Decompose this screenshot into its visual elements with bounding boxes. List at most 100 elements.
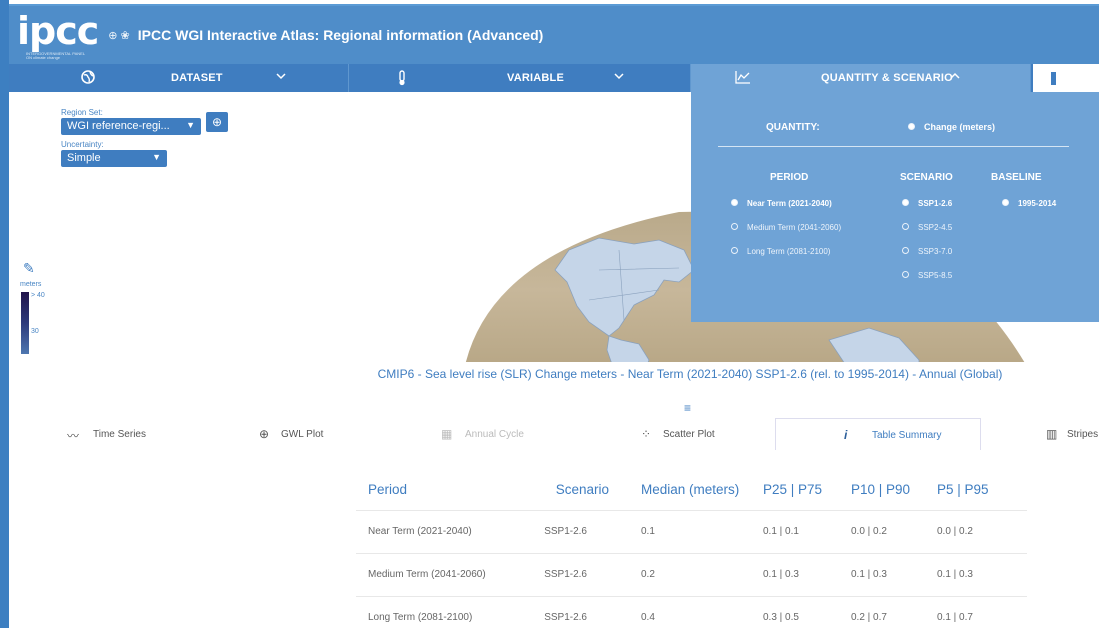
legend-tick-mid: 30 [31,328,39,335]
tab-annual-cycle[interactable]: ▦ Annual Cycle [379,418,629,450]
tab-label: Time Series [93,429,146,440]
col-p25-p75: P25 | P75 [763,482,823,498]
scenario-option-ssp370[interactable]: SSP3-7.0 [902,247,952,256]
tab-label: Annual Cycle [465,429,524,440]
region-set-value: WGI reference-regi... [67,120,170,132]
period-option-near[interactable]: Near Term (2021-2040) [731,199,832,208]
table-row: Long Term (2081-2100) SSP1-2.6 0.4 0.3 |… [356,595,1027,639]
radio-icon [902,247,909,255]
col-median: Median (meters) [641,482,740,498]
cell-period: Long Term (2081-2100) [356,595,526,639]
radio-selected-icon [908,123,915,131]
uncertainty-value: Simple [67,152,101,164]
table-row: Near Term (2021-2040) SSP1-2.6 0.1 0.1 |… [356,509,1027,553]
radio-icon [902,271,909,279]
nav-quantity-scenario[interactable]: QUANTITY & SCENARIO [691,64,1031,92]
chevron-down-icon: ▼ [152,152,161,162]
menu-icon[interactable]: ≡ [684,401,691,415]
stripes-icon: ▥ [1046,427,1058,441]
logo-subtitle: INTERGOVERNMENTAL PANEL ON climate chang… [26,51,85,61]
nav-dataset[interactable]: DATASET [9,64,349,92]
cell-p25-p75: 0.3 | 0.5 [751,595,839,639]
table-header-row: Period Scenario Median (meters) P25 | P7… [356,470,1027,510]
baseline-header: BASELINE [991,172,1042,183]
color-legend-bar [21,292,29,354]
scenario-header: SCENARIO [900,172,953,183]
uncertainty-select[interactable]: Simple ▼ [61,150,167,167]
analysis-tabs: 〰 Time Series ⊕ GWL Plot ▦ Annual Cycle … [9,418,1099,450]
panel-divider [718,146,1069,147]
period-option-medium[interactable]: Medium Term (2041-2060) [731,223,841,232]
cell-median: 0.1 [621,509,751,553]
uncertainty-label: Uncertainty: [61,140,104,149]
period-option-long[interactable]: Long Term (2081-2100) [731,247,830,256]
ipcc-logo[interactable]: ipcc [17,12,99,50]
legend-tick-top: > 40 [31,292,45,299]
radio-icon [902,223,909,231]
col-period: Period [368,482,408,498]
baseline-option[interactable]: 1995-2014 [1002,199,1056,208]
quantity-option-change[interactable]: Change (meters) [908,122,995,132]
tab-scatter-plot[interactable]: ⁘ Scatter Plot [629,418,775,450]
radio-icon [731,247,738,255]
globe-icon: ⊕ [211,115,223,129]
scenario-option-ssp245[interactable]: SSP2-4.5 [902,223,952,232]
legend-unit: meters [20,281,42,288]
tab-gwl-plot[interactable]: ⊕ GWL Plot [199,418,379,450]
tab-label: GWL Plot [281,429,324,440]
radio-selected-icon [902,199,909,207]
un-logos-icon: ⊕ ❀ [108,29,130,42]
cell-period: Medium Term (2041-2060) [356,552,526,596]
scenario-option-ssp585[interactable]: SSP5-8.5 [902,271,952,280]
region-set-select[interactable]: WGI reference-regi... ▼ [61,118,201,135]
cell-p5-p95: 0.1 | 0.3 [925,552,1027,596]
cell-median: 0.4 [621,595,751,639]
chevron-up-icon [949,70,961,84]
region-globe-button[interactable]: ⊕ [206,112,228,132]
radio-icon [731,223,738,231]
nav-variable[interactable]: VARIABLE [349,64,691,92]
nav-quantity-label: QUANTITY & SCENARIO [821,72,953,84]
scenario-option-ssp126[interactable]: SSP1-2.6 [902,199,952,208]
chevron-down-icon [275,70,287,84]
cell-p10-p90: 0.2 | 0.7 [839,595,925,639]
top-nav: DATASET VARIABLE QUANTITY & SCENARIO [9,64,1099,92]
cell-p25-p75: 0.1 | 0.1 [751,509,839,553]
cell-p5-p95: 0.0 | 0.2 [925,509,1027,553]
summary-table: Period Scenario Median (meters) P25 | P7… [356,470,1027,639]
col-scenario: Scenario [555,482,609,498]
line-trend-icon: 〰 [67,429,80,443]
col-p10-p90: P10 | P90 [851,482,911,498]
chevron-down-icon [613,70,625,84]
nav-dataset-label: DATASET [171,72,223,84]
globe-icon: ⊕ [259,427,270,441]
region-set-label: Region Set: [61,108,103,117]
app-header: ipcc INTERGOVERNMENTAL PANEL ON climate … [9,6,1099,64]
radio-selected-icon [731,199,738,207]
cell-scenario: SSP1-2.6 [526,595,621,639]
nav-overflow [1033,64,1099,92]
tab-label: Table Summary [872,430,942,441]
tab-stripes[interactable]: ▥ Stripes [981,418,1099,450]
info-icon: i [844,428,848,442]
quantity-scenario-panel: QUANTITY: Change (meters) PERIOD SCENARI… [691,92,1099,322]
col-p5-p95: P5 | P95 [937,482,989,498]
tab-table-summary[interactable]: i Table Summary [775,418,981,450]
cell-p25-p75: 0.1 | 0.3 [751,552,839,596]
scatter-icon: ⁘ [641,427,652,441]
edit-legend-icon[interactable]: ✎ [23,260,35,277]
thermometer-icon [397,70,407,89]
period-header: PERIOD [770,172,809,183]
tab-time-series[interactable]: 〰 Time Series [9,418,199,450]
nav-variable-label: VARIABLE [507,72,565,84]
table-row: Medium Term (2041-2060) SSP1-2.6 0.2 0.1… [356,552,1027,596]
cell-p10-p90: 0.1 | 0.3 [839,552,925,596]
quantity-label: QUANTITY: [766,122,820,133]
left-edge-bar [0,0,9,628]
tab-label: Stripes [1067,429,1099,440]
cell-scenario: SSP1-2.6 [526,552,621,596]
cell-scenario: SSP1-2.6 [526,509,621,553]
nav-edge-marker [1051,72,1056,85]
chevron-down-icon: ▼ [186,120,195,130]
cell-median: 0.2 [621,552,751,596]
